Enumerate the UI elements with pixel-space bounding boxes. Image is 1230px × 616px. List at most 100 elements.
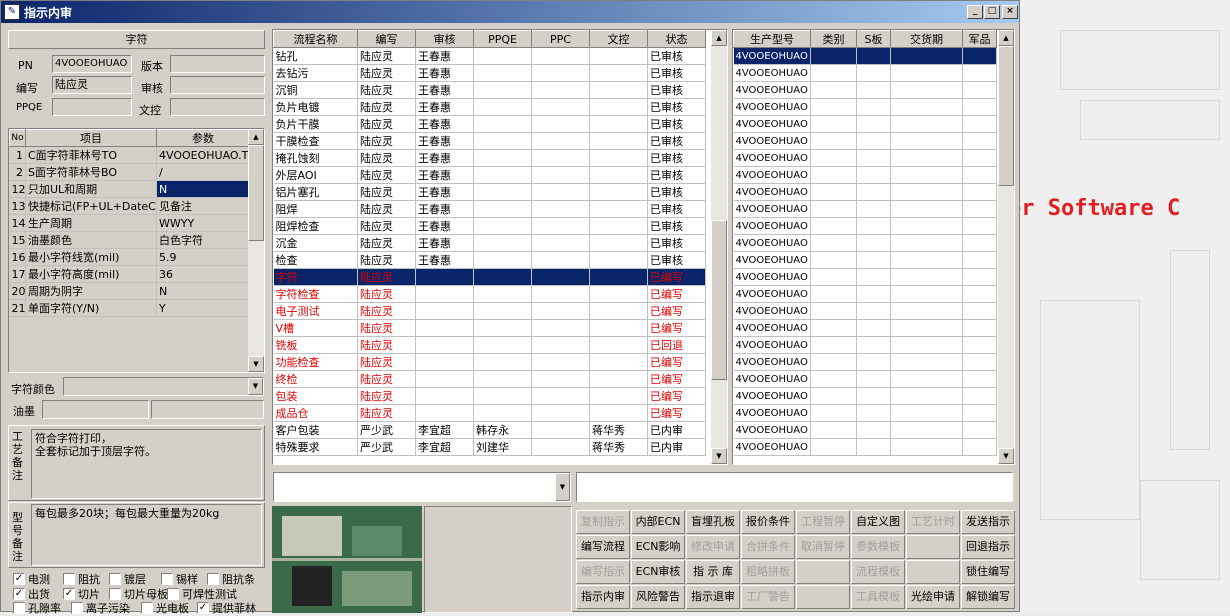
- model-cell[interactable]: [962, 302, 997, 320]
- model-cell[interactable]: [890, 353, 963, 371]
- model-cell[interactable]: [962, 353, 997, 371]
- model-cell[interactable]: [810, 64, 857, 82]
- process-cell[interactable]: [589, 81, 648, 99]
- model-cell[interactable]: 4VOOEOHUAO: [733, 183, 811, 201]
- table-row[interactable]: 13 快捷标记(FP+UL+DateCo 见备注: [9, 197, 250, 215]
- message-field[interactable]: [576, 472, 1013, 502]
- table-row[interactable]: 4VOOEOHUAO: [733, 285, 997, 303]
- process-cell[interactable]: [531, 404, 590, 422]
- process-cell[interactable]: 铣板: [273, 336, 358, 354]
- action-button[interactable]: 参数模板: [851, 535, 905, 559]
- process-cell[interactable]: [531, 370, 590, 388]
- process-cell[interactable]: [589, 251, 648, 269]
- process-cell[interactable]: 陆应灵: [357, 98, 416, 116]
- process-cell[interactable]: [473, 285, 532, 303]
- process-cell[interactable]: 蒋华秀: [589, 438, 648, 456]
- table-row[interactable]: 字符检查 陆应灵 已编写: [273, 285, 706, 303]
- process-cell[interactable]: [531, 166, 590, 184]
- process-cell[interactable]: [589, 302, 648, 320]
- model-cell[interactable]: [856, 336, 891, 354]
- param-no[interactable]: 13: [9, 197, 26, 215]
- process-cell[interactable]: 去钻污: [273, 64, 358, 82]
- model-header-2[interactable]: S板: [856, 30, 891, 48]
- process-cell[interactable]: [589, 353, 648, 371]
- close-button[interactable]: ×: [1002, 5, 1018, 19]
- param-no[interactable]: 20: [9, 282, 26, 300]
- process-cell[interactable]: 功能检查: [273, 353, 358, 371]
- table-row[interactable]: 16 最小字符线宽(mil) 5.9: [9, 248, 250, 266]
- process-cell[interactable]: 陆应灵: [357, 81, 416, 99]
- process-cell[interactable]: [473, 319, 532, 337]
- model-cell[interactable]: [856, 421, 891, 439]
- process-cell[interactable]: 已编写: [647, 285, 706, 303]
- table-row[interactable]: 12 只加UL和周期 N: [9, 180, 250, 198]
- process-cell[interactable]: 已审核: [647, 234, 706, 252]
- process-cell[interactable]: 陆应灵: [357, 234, 416, 252]
- process-cell[interactable]: 王春惠: [415, 47, 474, 65]
- table-row[interactable]: 客户包装 严少武 李宜超 韩存永 蒋华秀 已内审: [273, 421, 706, 439]
- process-cell[interactable]: 已编写: [647, 370, 706, 388]
- process-cell[interactable]: [531, 98, 590, 116]
- action-button[interactable]: ECN影响: [631, 535, 685, 559]
- param-value[interactable]: Y: [156, 299, 250, 317]
- process-cell[interactable]: 已编写: [647, 268, 706, 286]
- model-cell[interactable]: 4VOOEOHUAO: [733, 285, 811, 303]
- param-value[interactable]: /: [156, 163, 250, 181]
- table-row[interactable]: 外层AOI 陆应灵 王春惠 已审核: [273, 166, 706, 184]
- param-no[interactable]: 16: [9, 248, 26, 266]
- model-cell[interactable]: [962, 251, 997, 269]
- checkbox-icon[interactable]: [13, 602, 25, 614]
- process-cell[interactable]: 已编写: [647, 387, 706, 405]
- checkbox-icon[interactable]: [109, 588, 121, 600]
- action-button[interactable]: 取消暂停: [796, 535, 850, 559]
- model-cell[interactable]: [856, 149, 891, 167]
- chevron-down-icon[interactable]: ▼: [248, 378, 263, 395]
- model-cell[interactable]: [962, 200, 997, 218]
- process-cell[interactable]: 外层AOI: [273, 166, 358, 184]
- process-cell[interactable]: 蒋华秀: [589, 421, 648, 439]
- process-cell[interactable]: [531, 302, 590, 320]
- model-cell[interactable]: [856, 166, 891, 184]
- maximize-button[interactable]: □: [984, 5, 1000, 19]
- process-cell[interactable]: [473, 268, 532, 286]
- model-cell[interactable]: 4VOOEOHUAO: [733, 251, 811, 269]
- process-cell[interactable]: 已编写: [647, 302, 706, 320]
- param-item[interactable]: C面字符菲林号TO: [25, 146, 157, 164]
- process-cell[interactable]: 陆应灵: [357, 47, 416, 65]
- model-cell[interactable]: 4VOOEOHUAO: [733, 166, 811, 184]
- doc-field[interactable]: [170, 98, 265, 116]
- process-cell[interactable]: [531, 319, 590, 337]
- process-cell[interactable]: 陆应灵: [357, 387, 416, 405]
- process-cell[interactable]: [589, 64, 648, 82]
- model-cell[interactable]: [810, 47, 857, 65]
- model-cell[interactable]: [810, 200, 857, 218]
- model-cell[interactable]: 4VOOEOHUAO: [733, 217, 811, 235]
- table-row[interactable]: 成品仓 陆应灵 已编写: [273, 404, 706, 422]
- process-cell[interactable]: [473, 81, 532, 99]
- model-cell[interactable]: [890, 421, 963, 439]
- process-cell[interactable]: [415, 353, 474, 371]
- model-cell[interactable]: 4VOOEOHUAO: [733, 115, 811, 133]
- process-cell[interactable]: 王春惠: [415, 64, 474, 82]
- model-cell[interactable]: 4VOOEOHUAO: [733, 404, 811, 422]
- parameter-grid[interactable]: No 项目 参数 1 C面字符菲林号TO 4VOOEOHUAO.TO 2 S面字符菲林号BO…: [8, 128, 265, 373]
- table-row[interactable]: 4VOOEOHUAO: [733, 81, 997, 99]
- scroll-up-icon[interactable]: ▲: [248, 129, 264, 145]
- process-header-1[interactable]: 编写: [357, 30, 416, 48]
- table-row[interactable]: 4VOOEOHUAO: [733, 149, 997, 167]
- param-no[interactable]: 17: [9, 265, 26, 283]
- action-button[interactable]: 指 示 库: [686, 560, 740, 584]
- process-cell[interactable]: 严少武: [357, 438, 416, 456]
- process-cell[interactable]: [531, 200, 590, 218]
- process-cell[interactable]: [473, 387, 532, 405]
- process-cell[interactable]: 客户包装: [273, 421, 358, 439]
- table-row[interactable]: 干膜检查 陆应灵 王春惠 已审核: [273, 132, 706, 150]
- model-grid[interactable]: 生产型号 类别 S板 交货期 军品 4VOOEOHUAO 4VOOEOHUAO 4VOOEO…: [732, 29, 1015, 465]
- process-cell[interactable]: 陆应灵: [357, 183, 416, 201]
- table-row[interactable]: 4VOOEOHUAO: [733, 47, 997, 65]
- process-cell[interactable]: [473, 132, 532, 150]
- model-cell[interactable]: [856, 64, 891, 82]
- checkbox-icon[interactable]: [63, 573, 75, 585]
- process-cell[interactable]: [473, 200, 532, 218]
- process-cell[interactable]: [589, 166, 648, 184]
